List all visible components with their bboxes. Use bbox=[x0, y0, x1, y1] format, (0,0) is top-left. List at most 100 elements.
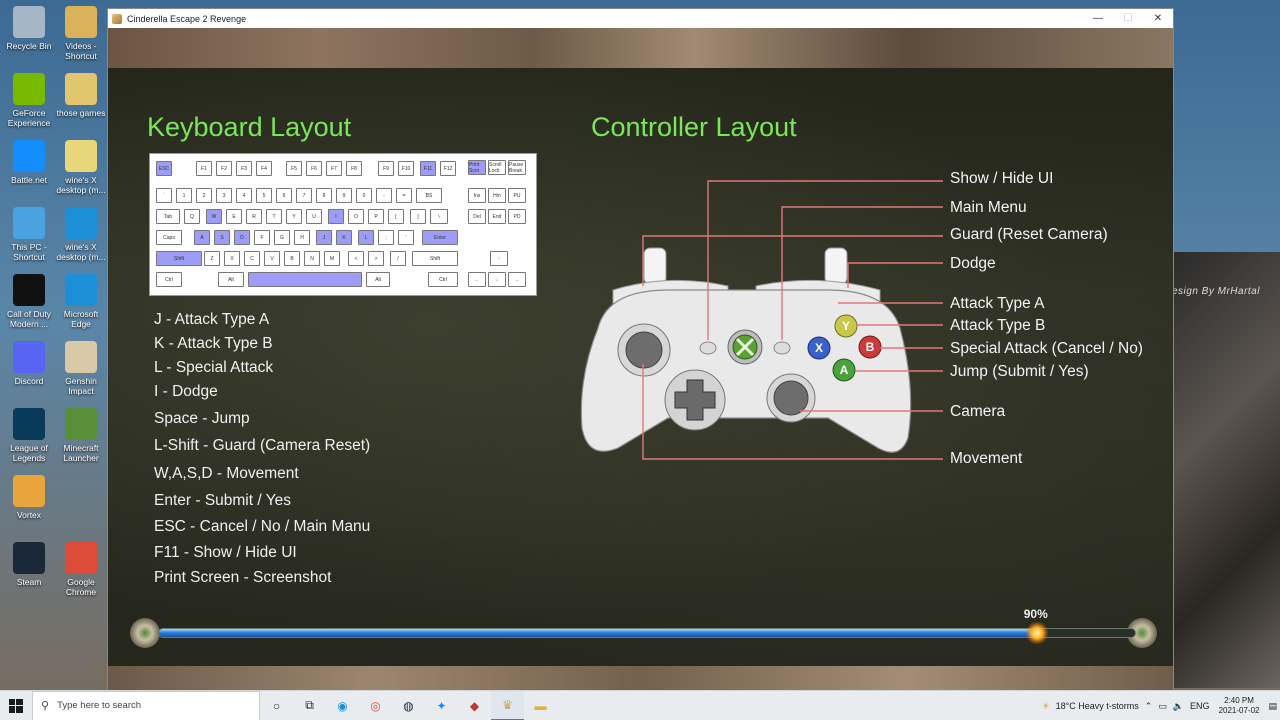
battlenet-taskbar-icon[interactable]: ✦ bbox=[425, 691, 458, 720]
edge-icon bbox=[65, 207, 97, 239]
desktop-icon-label: This PC - Shortcut bbox=[11, 242, 47, 262]
edge-taskbar-icon[interactable]: ◉ bbox=[326, 691, 359, 720]
controller-callout-label: Attack Type B bbox=[950, 317, 1046, 334]
controller-callout-label: Special Attack (Cancel / No) bbox=[950, 340, 1143, 357]
controller-callout-label: Movement bbox=[950, 450, 1023, 467]
weather-icon[interactable]: ☀ bbox=[1039, 701, 1053, 712]
steam-taskbar-icon[interactable]: ◍ bbox=[392, 691, 425, 720]
background-window[interactable] bbox=[1174, 252, 1280, 688]
desktop-icons: Recycle Bin Videos - Shortcut GeForce Expe… bbox=[0, 0, 107, 690]
controller-callout-label: Attack Type A bbox=[950, 295, 1045, 312]
desktop-icon[interactable]: This PC - Shortcut bbox=[3, 207, 55, 262]
folder-icon bbox=[65, 73, 97, 105]
minimize-button[interactable]: — bbox=[1083, 9, 1113, 28]
x-button-label: X bbox=[815, 341, 823, 355]
desktop-icon[interactable]: Discord bbox=[3, 341, 55, 386]
controller-callout-label: Jump (Submit / Yes) bbox=[950, 363, 1089, 380]
desktop-icon[interactable]: Microsoft Edge bbox=[55, 274, 107, 329]
clock[interactable]: 2:40 PM 2021-07-02 bbox=[1213, 696, 1266, 716]
maximize-button[interactable]: ☐ bbox=[1113, 9, 1143, 28]
desktop-icon-label: Steam bbox=[16, 577, 42, 587]
desktop-icon[interactable]: Vortex bbox=[3, 475, 55, 520]
desktop-icon[interactable]: Battle.net bbox=[3, 140, 55, 185]
desktop-icon-label: wine's X desktop (m... bbox=[56, 175, 106, 195]
chrome-icon bbox=[65, 542, 97, 574]
folder-icon bbox=[65, 140, 97, 172]
clock-date: 2021-07-02 bbox=[1218, 706, 1260, 715]
desktop-icon[interactable]: wine's X desktop (m... bbox=[55, 207, 107, 262]
desktop-icon-label: Call of Duty Modern ... bbox=[7, 309, 51, 329]
desktop-icon[interactable]: Genshin Impact bbox=[55, 341, 107, 396]
desktop-icon[interactable]: Recycle Bin bbox=[3, 6, 55, 51]
league-icon bbox=[13, 408, 45, 440]
taskbar: ⚲ Type here to search ○ ⧉ ◉ ◎ ◍ ✦ ◆ ♛ ▬ … bbox=[0, 690, 1280, 720]
desktop-icon-label: Minecraft Launcher bbox=[63, 443, 99, 463]
search-placeholder: Type here to search bbox=[57, 700, 142, 711]
steam-icon bbox=[13, 542, 45, 574]
desktop-icon[interactable]: those games bbox=[55, 73, 107, 118]
desktop-icon[interactable]: Steam bbox=[3, 542, 55, 587]
b-button-label: B bbox=[866, 340, 875, 354]
desktop-icon-label: those games bbox=[56, 108, 106, 118]
notifications-icon[interactable]: ▤ bbox=[1265, 701, 1280, 712]
progress-fill bbox=[159, 629, 1038, 637]
desktop-icon-label: Videos - Shortcut bbox=[65, 41, 97, 61]
chevron-up-icon[interactable]: ⌃ bbox=[1142, 701, 1156, 712]
desktop-icon-label: Vortex bbox=[16, 510, 42, 520]
desktop-icon-label: Genshin Impact bbox=[65, 376, 97, 396]
desktop-icon[interactable]: League of Legends bbox=[3, 408, 55, 463]
game-canvas[interactable]: Keyboard Layout ESC F1 F2 F3 F4 F5 F6 F7 F8 F9 F10… bbox=[108, 28, 1173, 690]
desktop-icon-label: wine's X desktop (m... bbox=[56, 242, 106, 262]
progress-percent: 90% bbox=[1023, 607, 1048, 621]
desktop-icon[interactable]: Minecraft Launcher bbox=[55, 408, 107, 463]
progress-spark bbox=[1026, 622, 1049, 644]
discord-icon bbox=[13, 341, 45, 373]
nvidia-icon bbox=[13, 73, 45, 105]
desktop-icon[interactable]: wine's X desktop (m... bbox=[55, 140, 107, 195]
system-tray: ☀ 18°C Heavy t-storms ⌃ ▭ 🔈 ENG 2:40 PM … bbox=[1039, 691, 1280, 720]
desktop-icon-label: Battle.net bbox=[11, 175, 47, 185]
controller-callout-label: Main Menu bbox=[950, 199, 1027, 216]
desktop-icon[interactable]: Call of Duty Modern ... bbox=[3, 274, 55, 329]
desktop-icon-label: Discord bbox=[14, 376, 44, 386]
close-button[interactable]: ✕ bbox=[1143, 9, 1173, 28]
recycle-bin-icon bbox=[13, 6, 45, 38]
desktop-icon-label: Recycle Bin bbox=[6, 41, 52, 51]
cinderella-taskbar-icon[interactable]: ♛ bbox=[491, 690, 524, 720]
cod-icon bbox=[13, 274, 45, 306]
game-taskbar-icon[interactable]: ◆ bbox=[458, 691, 491, 720]
genshin-icon bbox=[65, 341, 97, 373]
battlenet-icon bbox=[13, 140, 45, 172]
network-icon[interactable]: ▭ bbox=[1155, 701, 1170, 712]
file-explorer-icon[interactable]: ▬ bbox=[524, 691, 557, 720]
language-indicator[interactable]: ENG bbox=[1187, 701, 1213, 711]
desktop-icon[interactable]: Videos - Shortcut bbox=[55, 6, 107, 61]
controller-diagram: Y B X A bbox=[580, 180, 943, 460]
folder-icon bbox=[65, 6, 97, 38]
clock-time: 2:40 PM bbox=[1224, 696, 1254, 705]
task-view-icon[interactable]: ⧉ bbox=[293, 691, 326, 720]
y-button-label: Y bbox=[842, 319, 850, 333]
start-button[interactable] bbox=[0, 691, 32, 720]
weather-text[interactable]: 18°C Heavy t-storms bbox=[1053, 701, 1142, 711]
left-ornament bbox=[130, 618, 160, 648]
taskbar-search[interactable]: ⚲ Type here to search bbox=[32, 690, 260, 720]
desktop-icon[interactable]: GeForce Experience bbox=[3, 73, 55, 128]
desktop-icon-label: Microsoft Edge bbox=[63, 309, 99, 329]
controller-callout-label: Guard (Reset Camera) bbox=[950, 226, 1108, 243]
desktop-icon[interactable]: Google Chrome bbox=[55, 542, 107, 597]
desktop-icon-label: League of Legends bbox=[10, 443, 48, 463]
title-bar[interactable]: Cinderella Escape 2 Revenge — ☐ ✕ bbox=[108, 9, 1173, 28]
game-window[interactable]: Cinderella Escape 2 Revenge — ☐ ✕ Keyboa… bbox=[107, 8, 1174, 690]
window-title: Cinderella Escape 2 Revenge bbox=[127, 13, 247, 24]
desktop-icon-label: Google Chrome bbox=[65, 577, 97, 597]
volume-icon[interactable]: 🔈 bbox=[1170, 701, 1187, 712]
controller-callout-label: Camera bbox=[950, 403, 1006, 420]
search-icon: ⚲ bbox=[41, 700, 50, 712]
cortana-icon[interactable]: ○ bbox=[260, 691, 293, 720]
vortex-icon bbox=[13, 475, 45, 507]
a-button-label: A bbox=[840, 363, 849, 377]
progress-track: 90% bbox=[158, 607, 1136, 644]
controller-callout-label: Show / Hide UI bbox=[950, 170, 1054, 187]
chrome-taskbar-icon[interactable]: ◎ bbox=[359, 691, 392, 720]
